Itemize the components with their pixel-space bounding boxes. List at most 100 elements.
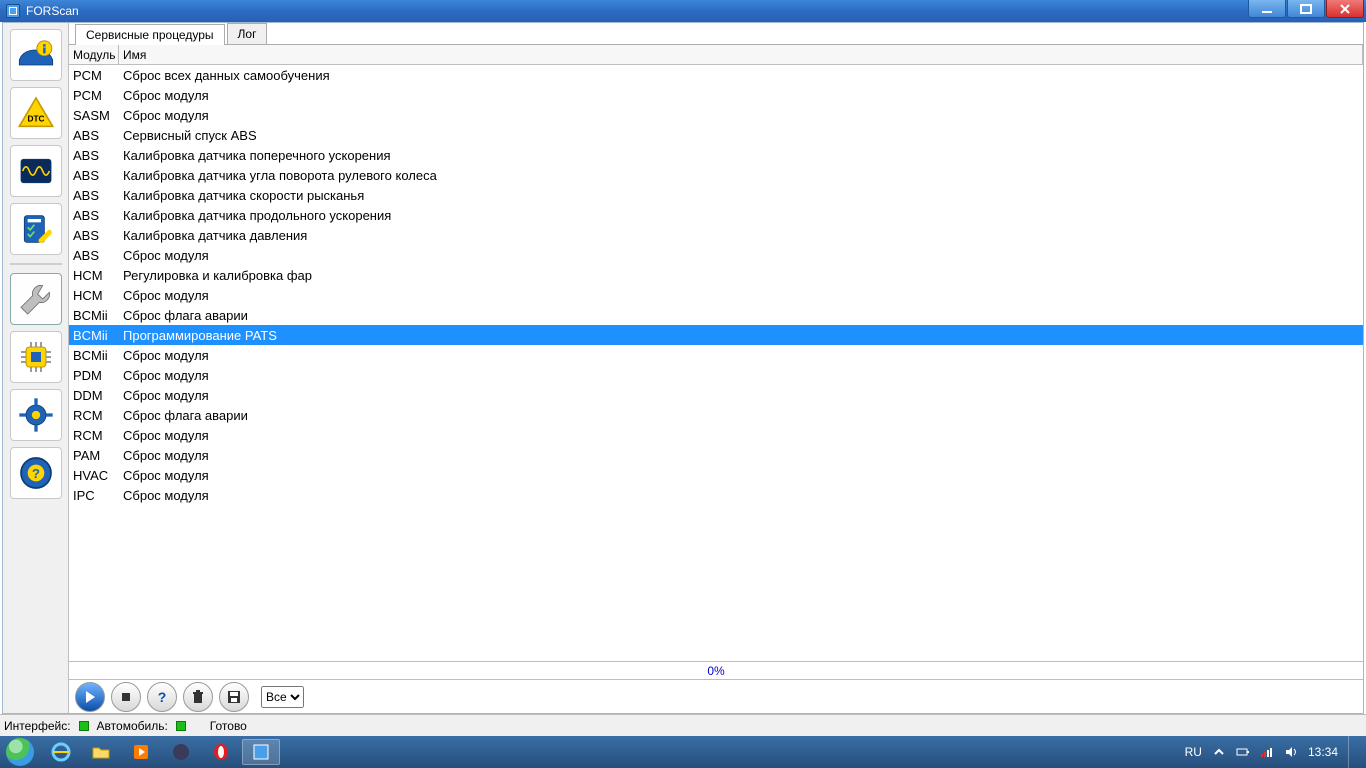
window-title: FORScan	[26, 4, 79, 18]
sidebar-item-vehicle[interactable]	[10, 29, 62, 81]
table-row[interactable]: ABSКалибровка датчика угла поворота руле…	[69, 165, 1363, 185]
table-row[interactable]: SASMСброс модуля	[69, 105, 1363, 125]
taskbar-item-opera[interactable]	[202, 739, 240, 765]
table-row[interactable]: PAMСброс модуля	[69, 445, 1363, 465]
volume-icon[interactable]	[1284, 745, 1298, 759]
cell-name: Сброс модуля	[119, 428, 1363, 443]
save-button[interactable]	[219, 682, 249, 712]
cell-module: ABS	[69, 248, 119, 263]
tray-lang[interactable]: RU	[1185, 745, 1202, 759]
sidebar-item-configuration[interactable]	[10, 331, 62, 383]
cell-module: HVAC	[69, 468, 119, 483]
svg-text:?: ?	[31, 466, 39, 481]
question-icon: ?	[154, 689, 170, 705]
play-icon	[82, 689, 98, 705]
tray-clock[interactable]: 13:34	[1308, 745, 1338, 759]
cell-name: Сброс модуля	[119, 368, 1363, 383]
sidebar-item-service[interactable]	[10, 273, 62, 325]
battery-icon[interactable]	[1236, 745, 1250, 759]
folder-icon	[91, 742, 111, 762]
table-row[interactable]: PDMСброс модуля	[69, 365, 1363, 385]
run-button[interactable]	[75, 682, 105, 712]
cell-name: Калибровка датчика угла поворота рулевог…	[119, 168, 1363, 183]
sidebar-item-tests[interactable]	[10, 203, 62, 255]
table-row[interactable]: BCMiiСброс модуля	[69, 345, 1363, 365]
cell-module: BCMii	[69, 308, 119, 323]
tab-1[interactable]: Лог	[227, 23, 268, 44]
sidebar-separator	[10, 263, 62, 265]
interface-led-icon	[79, 721, 89, 731]
cell-name: Сброс модуля	[119, 288, 1363, 303]
procedure-list[interactable]: PCMСброс всех данных самообученияPCMСбро…	[69, 65, 1363, 661]
cell-name: Сброс модуля	[119, 448, 1363, 463]
window-maximize-button[interactable]	[1287, 0, 1325, 18]
table-row[interactable]: ABSКалибровка датчика скорости рысканья	[69, 185, 1363, 205]
taskbar-item-firefox[interactable]	[162, 739, 200, 765]
help-button[interactable]: ?	[147, 682, 177, 712]
table-row[interactable]: PCMСброс модуля	[69, 85, 1363, 105]
cell-name: Калибровка датчика скорости рысканья	[119, 188, 1363, 203]
start-button[interactable]	[0, 736, 40, 768]
cell-name: Калибровка датчика поперечного ускорения	[119, 148, 1363, 163]
table-row[interactable]: ABSКалибровка датчика давления	[69, 225, 1363, 245]
steering-wheel-help-icon: ?	[16, 453, 56, 493]
taskbar-item-forscan[interactable]	[242, 739, 280, 765]
cell-module: ABS	[69, 128, 119, 143]
media-icon	[131, 742, 151, 762]
tab-0[interactable]: Сервисные процедуры	[75, 24, 225, 45]
taskbar-item-explorer[interactable]	[82, 739, 120, 765]
table-row[interactable]: RCMСброс модуля	[69, 425, 1363, 445]
table-row[interactable]: ABSКалибровка датчика продольного ускоре…	[69, 205, 1363, 225]
cell-name: Сброс модуля	[119, 88, 1363, 103]
show-desktop-button[interactable]	[1348, 736, 1358, 768]
table-row[interactable]: HVACСброс модуля	[69, 465, 1363, 485]
column-header-name[interactable]: Имя	[119, 45, 1363, 64]
ie-icon	[51, 742, 71, 762]
filter-select[interactable]: Все	[261, 686, 304, 708]
cell-module: RCM	[69, 408, 119, 423]
table-row[interactable]: BCMiiПрограммирование PATS	[69, 325, 1363, 345]
table-row[interactable]: RCMСброс флага аварии	[69, 405, 1363, 425]
windows-orb-icon	[6, 738, 34, 766]
network-icon[interactable]	[1260, 745, 1274, 759]
clipboard-checklist-icon	[16, 209, 56, 249]
progress-text: 0%	[707, 664, 724, 678]
delete-button[interactable]	[183, 682, 213, 712]
app-icon	[6, 4, 20, 18]
dtc-warning-icon: DTC	[16, 93, 56, 133]
table-row[interactable]: ABSКалибровка датчика поперечного ускоре…	[69, 145, 1363, 165]
taskbar-item-ie[interactable]	[42, 739, 80, 765]
svg-text:DTC: DTC	[27, 113, 44, 123]
app-body: DTC	[2, 22, 1364, 714]
stop-button[interactable]	[111, 682, 141, 712]
cell-module: ABS	[69, 148, 119, 163]
opera-icon	[211, 742, 231, 762]
cell-name: Программирование PATS	[119, 328, 1363, 343]
table-row[interactable]: BCMiiСброс флага аварии	[69, 305, 1363, 325]
cell-name: Сброс всех данных самообучения	[119, 68, 1363, 83]
cell-module: DDM	[69, 388, 119, 403]
cell-name: Сброс модуля	[119, 488, 1363, 503]
window-close-button[interactable]	[1326, 0, 1364, 18]
window-minimize-button[interactable]	[1248, 0, 1286, 18]
cell-name: Регулировка и калибровка фар	[119, 268, 1363, 283]
bottom-toolbar: ? Все	[69, 679, 1363, 713]
cell-name: Сброс модуля	[119, 468, 1363, 483]
cell-module: RCM	[69, 428, 119, 443]
taskbar-item-media[interactable]	[122, 739, 160, 765]
table-row[interactable]: IPCСброс модуля	[69, 485, 1363, 505]
table-row[interactable]: ABSСервисный спуск ABS	[69, 125, 1363, 145]
table-row[interactable]: PCMСброс всех данных самообучения	[69, 65, 1363, 85]
sidebar-item-oscilloscope[interactable]	[10, 145, 62, 197]
oscilloscope-icon	[16, 151, 56, 191]
column-header-module[interactable]: Модуль	[69, 45, 119, 64]
chip-icon	[16, 337, 56, 377]
chevron-up-icon[interactable]	[1212, 745, 1226, 759]
table-row[interactable]: DDMСброс модуля	[69, 385, 1363, 405]
sidebar-item-settings[interactable]	[10, 389, 62, 441]
sidebar-item-help[interactable]: ?	[10, 447, 62, 499]
table-row[interactable]: HCMСброс модуля	[69, 285, 1363, 305]
table-row[interactable]: ABSСброс модуля	[69, 245, 1363, 265]
table-row[interactable]: HCMРегулировка и калибровка фар	[69, 265, 1363, 285]
sidebar-item-dtc[interactable]: DTC	[10, 87, 62, 139]
